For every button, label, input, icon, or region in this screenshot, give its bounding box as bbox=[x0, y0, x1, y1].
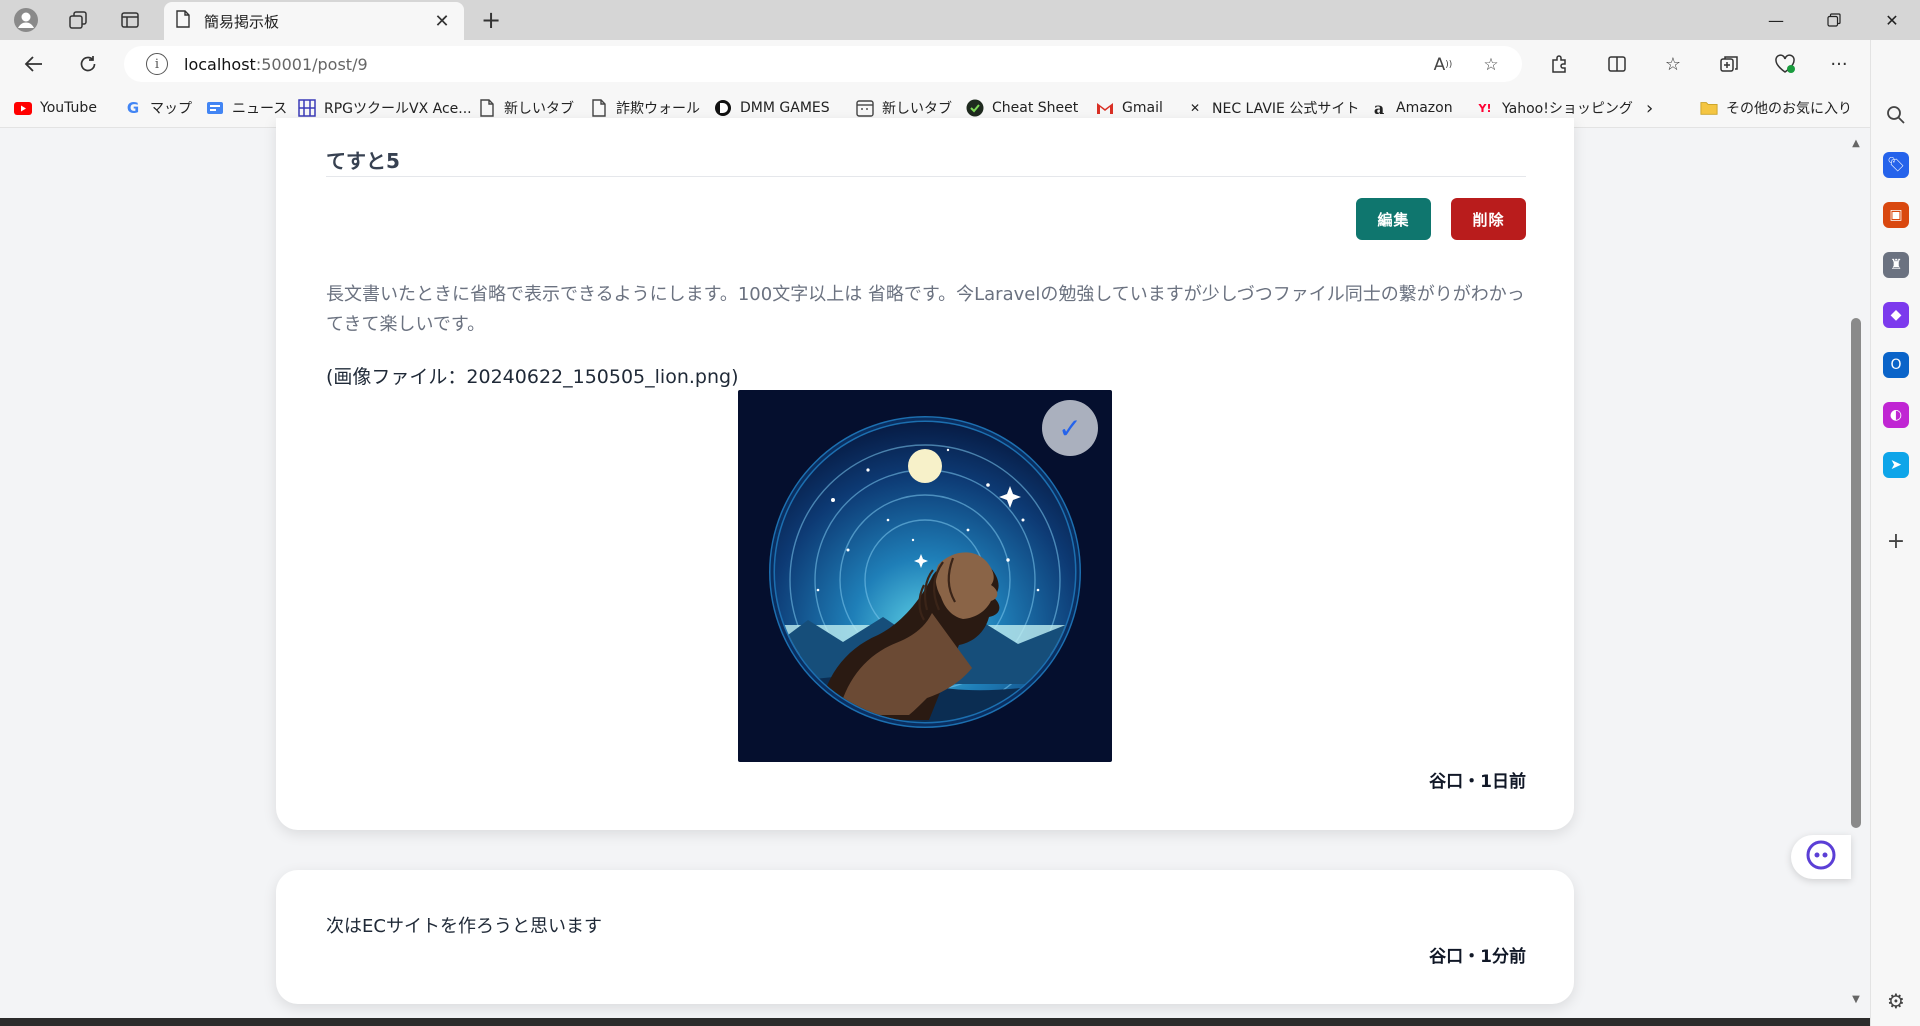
post-body: 長文書いたときに省略で表示できるようにします。100文字以上は 省略です。今La… bbox=[326, 284, 1525, 335]
google-icon: G bbox=[126, 99, 140, 117]
assistant-face-icon bbox=[1806, 840, 1836, 874]
bookmark-maps[interactable]: G マップ bbox=[124, 96, 192, 120]
bookmark-label: Yahoo!ショッピング bbox=[1502, 101, 1633, 117]
cheat-sheet-icon bbox=[966, 99, 984, 117]
workspaces-icon[interactable] bbox=[64, 6, 92, 34]
edge-sidebar: 🏷 ▣ ♜ ◆ O ◐ ➤ + ⚙ bbox=[1870, 40, 1920, 1026]
page-icon bbox=[590, 99, 608, 117]
games-icon[interactable]: ♜ bbox=[1883, 252, 1909, 278]
bookmark-yahoo-shopping[interactable]: Y! Yahoo!ショッピング bbox=[1476, 96, 1633, 120]
more-menu-icon[interactable]: ··· bbox=[1824, 50, 1854, 78]
dmm-icon bbox=[714, 99, 732, 117]
refresh-icon[interactable] bbox=[72, 48, 104, 80]
bookmark-label: Cheat Sheet bbox=[992, 100, 1079, 116]
active-tab[interactable]: 簡易掲示板 ✕ bbox=[164, 2, 464, 40]
collections-icon[interactable] bbox=[1714, 50, 1744, 78]
extensions-icon[interactable] bbox=[1544, 50, 1574, 78]
search-icon[interactable] bbox=[1883, 102, 1909, 128]
calendar-icon bbox=[856, 99, 874, 117]
title-bar: 簡易掲示板 ✕ + — ✕ bbox=[0, 0, 1920, 40]
post-title: てすと5 bbox=[326, 149, 400, 173]
microsoft365-icon[interactable]: ◆ bbox=[1883, 302, 1909, 328]
bookmarks-overflow-icon[interactable]: › bbox=[1646, 96, 1653, 120]
outlook-icon[interactable]: O bbox=[1883, 352, 1909, 378]
site-info-icon[interactable]: i bbox=[146, 53, 168, 75]
minimize-icon[interactable]: — bbox=[1748, 0, 1804, 40]
bookmark-label: DMM GAMES bbox=[740, 100, 830, 116]
other-favorites-label: その他のお気に入り bbox=[1726, 101, 1852, 117]
post-author-time: 谷口・1日前 bbox=[1429, 772, 1526, 792]
news-icon bbox=[206, 99, 224, 117]
tab-actions-icon[interactable] bbox=[116, 6, 144, 34]
page-icon bbox=[478, 99, 496, 117]
yahoo-icon: Y! bbox=[1478, 101, 1492, 115]
nec-icon: ✕ bbox=[1189, 101, 1201, 115]
back-icon[interactable] bbox=[18, 48, 50, 80]
profile-icon[interactable] bbox=[12, 6, 40, 34]
title-divider bbox=[326, 176, 1526, 177]
scroll-down-icon[interactable]: ▼ bbox=[1849, 994, 1863, 1006]
browser-essentials-icon[interactable] bbox=[1770, 50, 1800, 78]
delete-button[interactable]: 削除 bbox=[1451, 198, 1526, 240]
split-screen-icon[interactable] bbox=[1602, 50, 1632, 78]
favorites-icon[interactable]: ☆ bbox=[1658, 50, 1688, 78]
designer-icon[interactable]: ◐ bbox=[1883, 402, 1909, 428]
url-text: localhost:50001/post/9 bbox=[184, 54, 368, 74]
checkmark-icon[interactable]: ✓ bbox=[1042, 400, 1098, 456]
bookmark-label: RPGツクールVX Ace... bbox=[324, 101, 472, 117]
bookmark-label: YouTube bbox=[40, 100, 97, 116]
bookmark-label: Gmail bbox=[1122, 100, 1163, 116]
bookmark-rpg-tkool[interactable]: RPGツクールVX Ace... bbox=[298, 96, 472, 120]
settings-gear-icon[interactable]: ⚙ bbox=[1883, 988, 1909, 1014]
bookmark-youtube[interactable]: YouTube bbox=[14, 96, 97, 120]
page-icon bbox=[176, 10, 190, 32]
toolbar: i localhost:50001/post/9 A)) ☆ ☆ ··· bbox=[0, 40, 1920, 88]
close-tab-icon[interactable]: ✕ bbox=[432, 11, 452, 32]
bookmark-cheat-sheet[interactable]: Cheat Sheet bbox=[966, 96, 1078, 120]
grid-icon bbox=[298, 99, 316, 117]
gmail-icon bbox=[1096, 99, 1114, 117]
tab-title: 簡易掲示板 bbox=[204, 12, 280, 31]
bookmark-dmm-games[interactable]: DMM GAMES bbox=[714, 96, 830, 120]
send-icon[interactable]: ➤ bbox=[1883, 452, 1909, 478]
scrollbar-thumb[interactable] bbox=[1851, 318, 1861, 828]
amazon-icon: a bbox=[1373, 98, 1385, 118]
edit-button[interactable]: 編集 bbox=[1356, 198, 1431, 240]
bottom-edge-strip bbox=[0, 1018, 1870, 1026]
post-image-lion: ✓ bbox=[738, 390, 1112, 762]
post2-author-time: 谷口・1分前 bbox=[1429, 947, 1526, 967]
scroll-up-icon[interactable]: ▲ bbox=[1849, 138, 1863, 150]
bookmark-nec-lavie[interactable]: ✕ NEC LAVIE 公式サイト bbox=[1186, 96, 1359, 120]
post2-body: 次はECサイトを作ろうと思います bbox=[326, 916, 602, 937]
favorite-star-icon[interactable]: ☆ bbox=[1478, 52, 1504, 78]
toolbox-icon[interactable]: ▣ bbox=[1883, 202, 1909, 228]
new-tab-icon[interactable]: + bbox=[476, 6, 506, 34]
close-window-icon[interactable]: ✕ bbox=[1864, 0, 1920, 40]
bookmark-amazon[interactable]: a Amazon bbox=[1370, 96, 1453, 120]
bookmark-label: ニュース bbox=[232, 101, 288, 117]
bookmark-news[interactable]: ニュース bbox=[206, 96, 287, 120]
youtube-icon bbox=[14, 99, 32, 117]
bookmark-new-tab[interactable]: 新しいタブ bbox=[478, 96, 574, 120]
restore-icon[interactable] bbox=[1806, 0, 1862, 40]
bookmark-label: 新しいタブ bbox=[504, 101, 574, 117]
bookmark-scam-wall[interactable]: 詐欺ウォール bbox=[590, 96, 700, 120]
read-aloud-icon[interactable]: A)) bbox=[1430, 52, 1456, 78]
shopping-tag-icon[interactable]: 🏷 bbox=[1883, 152, 1909, 178]
add-sidebar-icon[interactable]: + bbox=[1883, 528, 1909, 554]
address-bar[interactable]: i localhost:50001/post/9 A)) ☆ bbox=[124, 46, 1522, 82]
bookmark-label: NEC LAVIE 公式サイト bbox=[1212, 101, 1360, 117]
other-favorites-folder[interactable]: その他のお気に入り bbox=[1700, 96, 1852, 120]
bookmark-label: 新しいタブ bbox=[882, 101, 952, 117]
bookmark-new-tab-2[interactable]: 新しいタブ bbox=[856, 96, 952, 120]
bookmark-label: Amazon bbox=[1396, 100, 1453, 116]
bookmark-gmail[interactable]: Gmail bbox=[1096, 96, 1163, 120]
bookmark-label: マップ bbox=[150, 101, 192, 117]
folder-icon bbox=[1700, 99, 1718, 117]
assistant-floating-button[interactable] bbox=[1791, 835, 1851, 879]
bookmark-label: 詐欺ウォール bbox=[616, 101, 700, 117]
image-filename: (画像ファイル：20240622_150505_lion.png) bbox=[326, 366, 739, 388]
